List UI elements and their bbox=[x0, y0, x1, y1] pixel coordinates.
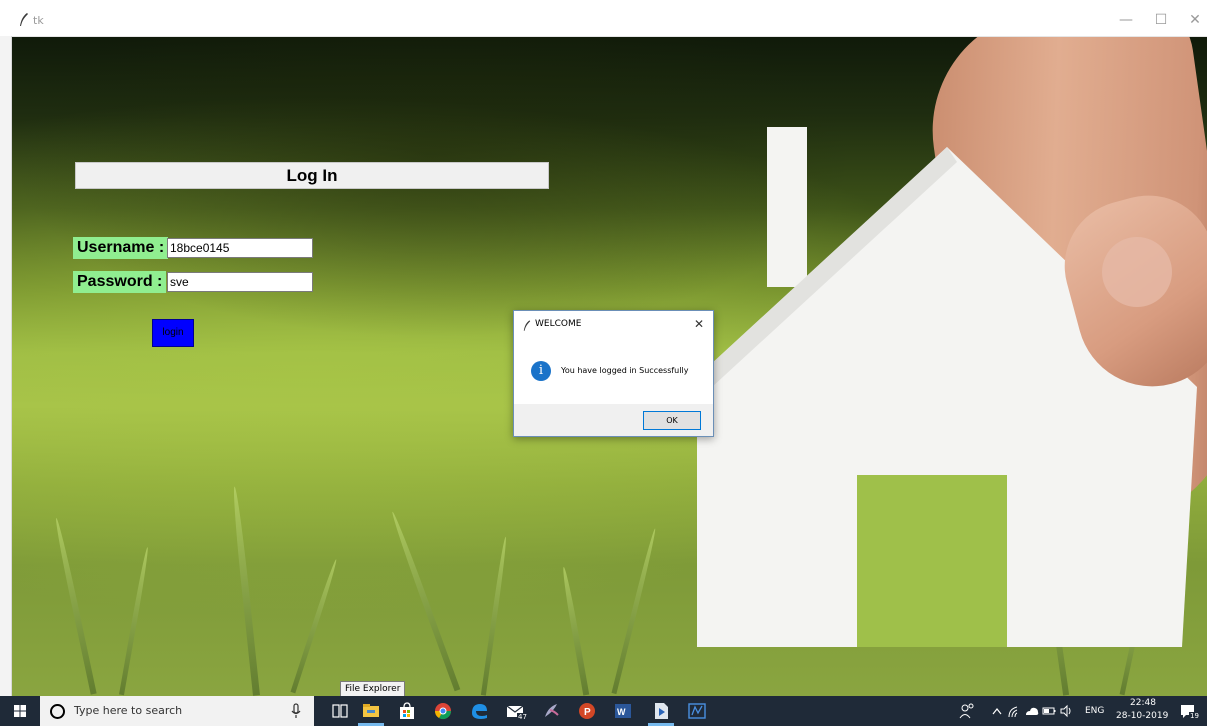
ok-button[interactable]: OK bbox=[643, 411, 701, 430]
battery-icon[interactable] bbox=[1041, 701, 1057, 721]
search-placeholder: Type here to search bbox=[74, 704, 183, 717]
dialog-message: You have logged in Successfully bbox=[561, 366, 689, 375]
chrome-icon[interactable] bbox=[432, 701, 454, 721]
maximize-button[interactable]: ☐ bbox=[1149, 8, 1173, 32]
dialog-title: WELCOME bbox=[535, 319, 582, 329]
cortana-search-icon bbox=[50, 704, 65, 719]
clock-time[interactable]: 22:48 bbox=[1130, 698, 1156, 708]
edge-icon[interactable] bbox=[468, 701, 490, 721]
people-icon[interactable] bbox=[958, 701, 976, 721]
username-label: Username : bbox=[73, 237, 169, 259]
password-input[interactable]: sve bbox=[167, 272, 313, 292]
thumbnail bbox=[1102, 237, 1172, 307]
task-view-icon[interactable] bbox=[329, 701, 351, 721]
minimize-button[interactable]: — bbox=[1114, 8, 1138, 32]
wifi-icon[interactable] bbox=[1007, 701, 1023, 721]
window-title: tk bbox=[33, 14, 44, 27]
windows-start-icon[interactable] bbox=[14, 705, 26, 717]
volume-icon[interactable] bbox=[1058, 701, 1074, 721]
file-explorer-tooltip: File Explorer bbox=[340, 681, 406, 697]
close-button[interactable]: ✕ bbox=[1183, 8, 1207, 32]
notification-badge: 19 bbox=[1189, 712, 1200, 720]
tk-feather-icon bbox=[20, 13, 28, 26]
microphone-icon[interactable] bbox=[290, 703, 302, 719]
window-title-bar: tk — ☐ ✕ bbox=[0, 0, 1207, 37]
svg-text:P: P bbox=[584, 707, 591, 718]
username-input[interactable]: 18bce0145 bbox=[167, 238, 313, 258]
word-icon[interactable]: W bbox=[612, 701, 634, 721]
file-explorer-icon[interactable] bbox=[360, 701, 382, 721]
taskbar-search-box[interactable]: Type here to search bbox=[40, 696, 314, 726]
chevron-up-icon[interactable] bbox=[990, 701, 1004, 721]
microsoft-store-icon[interactable] bbox=[396, 701, 418, 721]
tk-feather-icon bbox=[523, 320, 531, 331]
svg-text:W: W bbox=[617, 707, 626, 717]
login-header: Log In bbox=[75, 162, 549, 189]
python-feather-icon[interactable] bbox=[540, 701, 562, 721]
info-icon: i bbox=[531, 361, 551, 381]
login-button[interactable]: login bbox=[152, 319, 194, 347]
dialog-close-button[interactable]: ✕ bbox=[694, 317, 704, 331]
language-indicator[interactable]: ENG bbox=[1085, 706, 1104, 716]
powerpoint-icon[interactable]: P bbox=[576, 701, 598, 721]
welcome-dialog: WELCOME ✕ i You have logged in Successfu… bbox=[513, 310, 714, 437]
onenote-icon[interactable] bbox=[686, 701, 708, 721]
clock-date[interactable]: 28-10-2019 bbox=[1116, 711, 1168, 721]
dialog-footer: OK bbox=[514, 404, 713, 436]
taskbar: Type here to search 47 P W ENG 22:48 28-… bbox=[0, 696, 1207, 726]
window-border bbox=[0, 36, 12, 696]
password-label: Password : bbox=[73, 271, 167, 293]
mail-badge: 47 bbox=[517, 713, 528, 721]
onedrive-icon[interactable] bbox=[1024, 701, 1040, 721]
pdf-reader-icon[interactable] bbox=[650, 701, 672, 721]
